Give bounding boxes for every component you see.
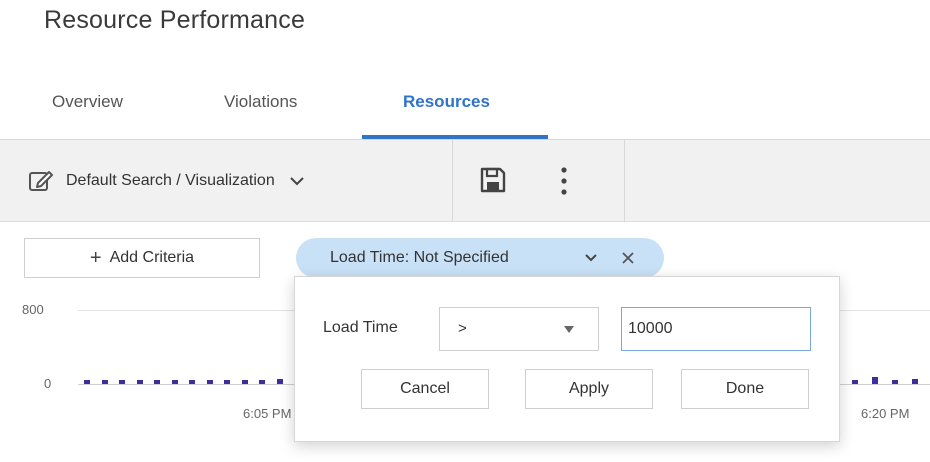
- y-tick-label: 800: [22, 302, 44, 317]
- chart-bar: [101, 380, 108, 384]
- chart-bar: [872, 377, 878, 384]
- chart-bar: [206, 380, 213, 384]
- toolbar-divider: [452, 140, 453, 222]
- x-tick-label: 6:05 PM: [243, 406, 292, 421]
- operator-select[interactable]: >: [439, 307, 599, 351]
- search-visualization-label: Default Search / Visualization: [66, 172, 275, 189]
- edit-icon: [29, 171, 53, 191]
- save-icon[interactable]: [478, 165, 508, 195]
- chart-bar: [119, 380, 125, 384]
- chart-bar: [852, 380, 858, 384]
- cancel-button[interactable]: Cancel: [361, 369, 489, 409]
- load-time-field-label: Load Time: [323, 319, 398, 336]
- plus-icon: +: [89, 247, 102, 269]
- chart-bar: [912, 378, 918, 384]
- chart-bar: [241, 379, 248, 384]
- y-tick-label: 0: [44, 376, 52, 391]
- done-button[interactable]: Done: [681, 369, 809, 409]
- operator-value: >: [458, 320, 467, 337]
- caret-down-icon: [564, 326, 574, 333]
- chart-bar: [189, 380, 195, 384]
- close-icon[interactable]: [620, 250, 636, 266]
- more-vertical-icon[interactable]: [554, 164, 574, 198]
- chart-bar: [84, 380, 90, 384]
- toolbar: Default Search / Visualization: [0, 140, 930, 222]
- search-visualization-selector[interactable]: Default Search / Visualization: [28, 166, 305, 196]
- page-title: Resource Performance: [44, 6, 306, 34]
- tab-resources[interactable]: Resources: [403, 92, 490, 112]
- chart-bar: [276, 378, 283, 384]
- add-criteria-label: Add Criteria: [109, 249, 195, 266]
- tab-bar: Overview Violations Resources: [0, 80, 930, 140]
- active-tab-indicator: [362, 135, 548, 139]
- chevron-down-icon: [290, 177, 304, 186]
- apply-button[interactable]: Apply: [525, 369, 653, 409]
- chevron-down-icon[interactable]: [584, 252, 598, 264]
- chart-bar: [154, 379, 160, 384]
- add-criteria-button[interactable]: + Add Criteria: [24, 238, 260, 278]
- x-tick-label: 6:20 PM: [861, 406, 910, 421]
- load-time-filter-popover: Load Time > Cancel Apply Done: [294, 276, 840, 442]
- toolbar-divider: [624, 140, 625, 222]
- criteria-pill-label: Load Time: Not Specified: [330, 249, 509, 266]
- load-time-criteria-pill[interactable]: Load Time: Not Specified: [296, 238, 664, 278]
- chart-bar: [171, 380, 178, 384]
- tab-violations[interactable]: Violations: [224, 92, 297, 112]
- tab-overview[interactable]: Overview: [52, 92, 123, 112]
- load-time-value-input[interactable]: [621, 307, 811, 351]
- chart-bar: [892, 380, 898, 384]
- chart-bar: [224, 380, 230, 384]
- chart-bar: [259, 380, 265, 384]
- chart-bar: [136, 380, 143, 384]
